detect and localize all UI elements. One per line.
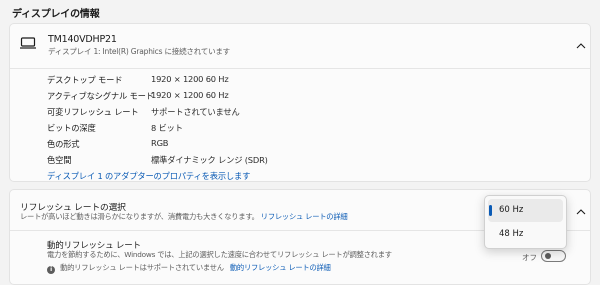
device-name: TM140VDHP21 [48,34,117,45]
info-value: サポートされていません [151,107,240,117]
info-label: 色の形式 [47,139,80,149]
refresh-rate-dropdown[interactable]: 60 Hz 48 Hz [484,195,567,249]
adapter-properties-link[interactable]: ディスプレイ 1 のアダプターのプロパティを表示します [47,170,250,182]
chevron-up-icon[interactable] [576,43,586,49]
info-label: アクティブなシグナル モード [47,91,154,101]
chevron-up-icon[interactable] [576,209,586,215]
display-info-card: TM140VDHP21 ディスプレイ 1: Intel(R) Graphics … [9,23,591,182]
info-label: デスクトップ モード [47,75,123,85]
toggle-state-label: オフ [522,253,537,262]
info-value: 1920 × 1200 60 Hz [151,74,229,84]
dropdown-option-selected[interactable]: 60 Hz [488,199,563,222]
refresh-rate-description: レートが高いほど動きは滑らかになりますが、消費電力も大きくなります。 リフレッシ… [20,212,348,222]
device-subtitle: ディスプレイ 1: Intel(R) Graphics に接続されています [48,47,230,56]
dynamic-refresh-note: i 動的リフレッシュ レートはサポートされていません 動的リフレッシュ レートの… [47,263,331,274]
info-label: 可変リフレッシュ レート [47,107,139,117]
dropdown-option-label: 60 Hz [499,205,524,215]
refresh-rate-details-link[interactable]: リフレッシュ レートの詳細 [261,212,348,221]
selection-indicator [489,205,492,216]
toggle-knob [545,253,551,259]
info-value: 8 ビット [151,123,183,133]
info-value: 1920 × 1200 60 Hz [151,90,229,100]
dynamic-refresh-note-text: 動的リフレッシュ レートはサポートされていません [60,263,224,272]
monitor-icon [20,37,36,49]
dropdown-option-label: 48 Hz [499,229,524,239]
display-card-header[interactable]: TM140VDHP21 ディスプレイ 1: Intel(R) Graphics … [10,24,590,68]
dynamic-refresh-description: 電力を節約するために、Windows では、上記の選択した速度に合わせてリフレッ… [47,250,392,259]
info-value: RGB [151,138,169,148]
page-title: ディスプレイの情報 [12,9,100,20]
dynamic-refresh-details-link[interactable]: 動的リフレッシュ レートの詳細 [230,263,331,272]
info-value: 標準ダイナミック レンジ (SDR) [151,155,268,165]
info-label: ビットの深度 [47,123,96,133]
divider [10,68,590,69]
dynamic-refresh-toggle[interactable] [541,250,566,262]
refresh-rate-description-text: レートが高いほど動きは滑らかになりますが、消費電力も大きくなります。 [20,212,259,221]
info-label: 色空間 [47,155,72,165]
info-icon: i [47,266,55,274]
dropdown-option[interactable]: 48 Hz [488,223,563,246]
